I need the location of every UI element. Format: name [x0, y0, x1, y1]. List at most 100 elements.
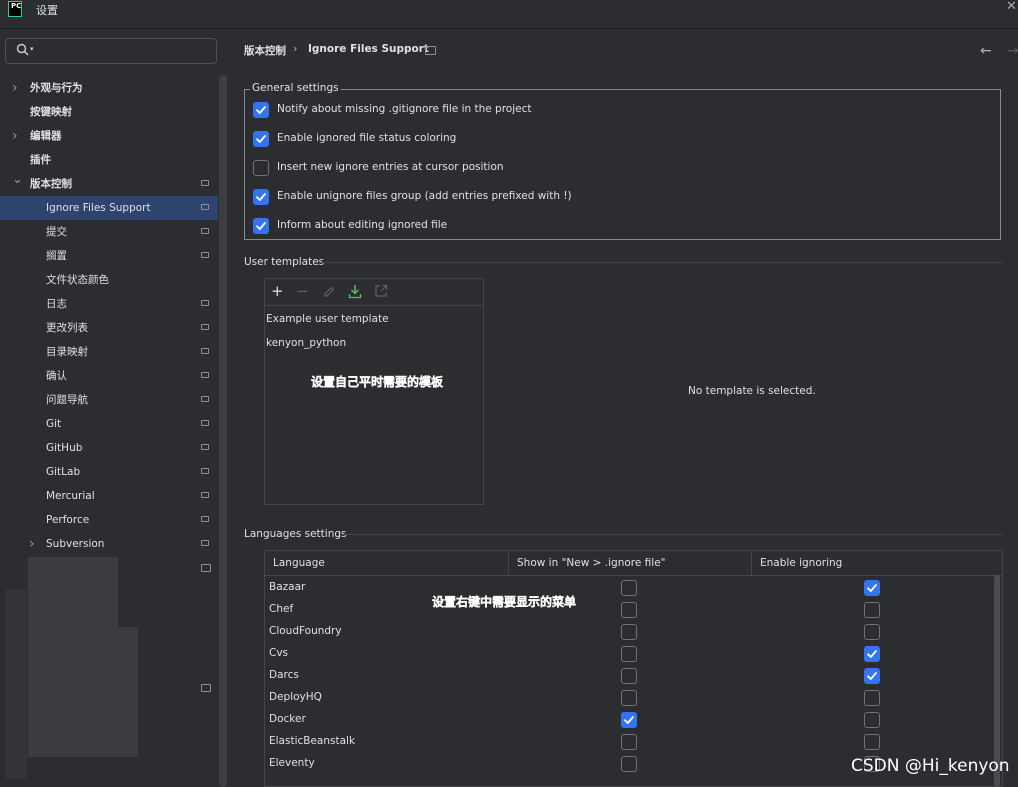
table-row[interactable]: Cvs	[265, 643, 993, 665]
option-checkbox[interactable]	[253, 102, 269, 118]
show-in-new-checkbox[interactable]	[621, 756, 637, 772]
forward-arrow-icon[interactable]: →	[1007, 43, 1018, 59]
language-name: Docker	[269, 713, 306, 725]
languages-table: Language Show in "New > .ignore file" En…	[264, 550, 1003, 787]
sidebar-item-label: 文件状态颜色	[46, 274, 109, 286]
template-list-item[interactable]: Example user template	[266, 313, 389, 325]
column-header-enable-ignoring[interactable]: Enable ignoring	[752, 551, 1002, 575]
search-icon[interactable]	[16, 43, 29, 56]
export-icon[interactable]	[374, 284, 388, 298]
sidebar-item[interactable]: › 外观与行为	[0, 76, 218, 100]
sidebar-item[interactable]: 更改列表	[0, 316, 218, 340]
enable-ignoring-checkbox[interactable]	[864, 690, 880, 706]
enable-ignoring-checkbox[interactable]	[864, 668, 880, 684]
chevron-down-icon[interactable]: ⌄	[12, 168, 23, 192]
enable-ignoring-checkbox[interactable]	[864, 712, 880, 728]
import-icon[interactable]	[348, 284, 362, 299]
sidebar-item-label: 搁置	[46, 250, 67, 262]
user-templates-title: User templates	[244, 256, 325, 268]
settings-page-icon	[201, 372, 209, 378]
search-options-chevron-icon[interactable]: ▾	[30, 45, 34, 53]
settings-page-icon	[201, 516, 209, 522]
show-in-new-checkbox[interactable]	[621, 624, 637, 640]
table-row[interactable]: Bazaar	[265, 577, 993, 599]
show-in-new-checkbox[interactable]	[621, 668, 637, 684]
sidebar-item-label: 版本控制	[30, 178, 72, 190]
settings-page-icon	[201, 468, 209, 474]
table-row[interactable]: CloudFoundry	[265, 621, 993, 643]
search-input[interactable]	[39, 42, 213, 62]
sidebar-item[interactable]: 按键映射	[0, 100, 218, 124]
show-in-new-checkbox[interactable]	[621, 690, 637, 706]
back-arrow-icon[interactable]: ←	[980, 43, 992, 59]
show-in-new-checkbox[interactable]	[621, 734, 637, 750]
table-row[interactable]: ElasticBeanstalk	[265, 731, 993, 753]
language-name: Chef	[269, 603, 294, 615]
option-checkbox[interactable]	[253, 131, 269, 147]
sidebar-scrollbar[interactable]	[219, 75, 227, 787]
table-row[interactable]: Chef	[265, 599, 993, 621]
option-label: Insert new ignore entries at cursor posi…	[277, 161, 504, 173]
sidebar-item[interactable]: 日志	[0, 292, 218, 316]
window-title: 设置	[36, 4, 58, 17]
chevron-right-icon[interactable]: ›	[12, 124, 18, 148]
sidebar-item[interactable]: 文件状态颜色	[0, 268, 218, 292]
settings-page-icon	[425, 46, 436, 55]
chevron-right-icon[interactable]: ›	[12, 76, 18, 100]
template-list-item[interactable]: kenyon_python	[266, 337, 346, 349]
enable-ignoring-checkbox[interactable]	[864, 624, 880, 640]
close-icon[interactable]: ✕	[1006, 0, 1017, 14]
watermark: CSDN @Hi_kenyon	[851, 756, 1010, 776]
annotation-context-menu: 设置右键中需要显示的菜单	[432, 595, 577, 609]
sidebar-item[interactable]: Ignore Files Support	[0, 196, 218, 220]
sidebar-item[interactable]: 目录映射	[0, 340, 218, 364]
add-icon[interactable]: +	[271, 283, 284, 299]
sidebar-item-label: 更改列表	[46, 322, 88, 334]
option-checkbox[interactable]	[253, 218, 269, 234]
table-row[interactable]: Docker	[265, 709, 993, 731]
table-row[interactable]: DeployHQ	[265, 687, 993, 709]
show-in-new-checkbox[interactable]	[621, 602, 637, 618]
breadcrumb-parent[interactable]: 版本控制	[244, 43, 286, 58]
show-in-new-checkbox[interactable]	[621, 580, 637, 596]
table-row[interactable]: Darcs	[265, 665, 993, 687]
chevron-right-icon[interactable]: ›	[29, 532, 35, 556]
sidebar-item[interactable]: › 编辑器	[0, 124, 218, 148]
sidebar-item[interactable]: GitHub	[0, 436, 218, 460]
show-in-new-checkbox[interactable]	[621, 646, 637, 662]
enable-ignoring-checkbox[interactable]	[864, 580, 880, 596]
sidebar-item[interactable]: Mercurial	[0, 484, 218, 508]
option-checkbox[interactable]	[253, 189, 269, 205]
sidebar-item[interactable]: Perforce	[0, 508, 218, 532]
sidebar-item[interactable]: GitLab	[0, 460, 218, 484]
show-in-new-checkbox[interactable]	[621, 712, 637, 728]
sidebar-item[interactable]: 搁置	[0, 244, 218, 268]
sidebar-item-label: 按键映射	[30, 106, 72, 118]
enable-ignoring-checkbox[interactable]	[864, 646, 880, 662]
sidebar-item[interactable]: 问题导航	[0, 388, 218, 412]
settings-page-icon	[201, 324, 209, 330]
enable-ignoring-checkbox[interactable]	[864, 602, 880, 618]
column-header-show-in-new[interactable]: Show in "New > .ignore file"	[509, 551, 752, 575]
option-checkbox[interactable]	[253, 160, 269, 176]
sidebar-item[interactable]: 确认	[0, 364, 218, 388]
settings-content: 版本控制 › Ignore Files Support ← → General …	[229, 29, 1018, 787]
column-header-language[interactable]: Language	[265, 551, 509, 575]
remove-icon[interactable]: −	[296, 283, 309, 299]
sidebar-item[interactable]: 插件	[0, 148, 218, 172]
language-name: DeployHQ	[269, 691, 322, 703]
enable-ignoring-checkbox[interactable]	[864, 734, 880, 750]
sidebar-item[interactable]: 提交	[0, 220, 218, 244]
annotation-templates: 设置自己平时需要的模板	[311, 375, 444, 389]
sidebar-item[interactable]: Git	[0, 412, 218, 436]
language-name: CloudFoundry	[269, 625, 342, 637]
edit-icon[interactable]	[322, 285, 336, 299]
language-name: ElasticBeanstalk	[269, 735, 356, 747]
sidebar-item-label: GitHub	[46, 442, 83, 454]
settings-page-icon	[201, 444, 209, 450]
app-logo-icon: PC	[8, 1, 22, 17]
settings-search-box[interactable]: ▾	[5, 38, 217, 64]
sidebar-item[interactable]: ⌄ 版本控制	[0, 172, 218, 196]
sidebar-item[interactable]: › Subversion	[0, 532, 218, 556]
settings-page-icon	[201, 396, 209, 402]
